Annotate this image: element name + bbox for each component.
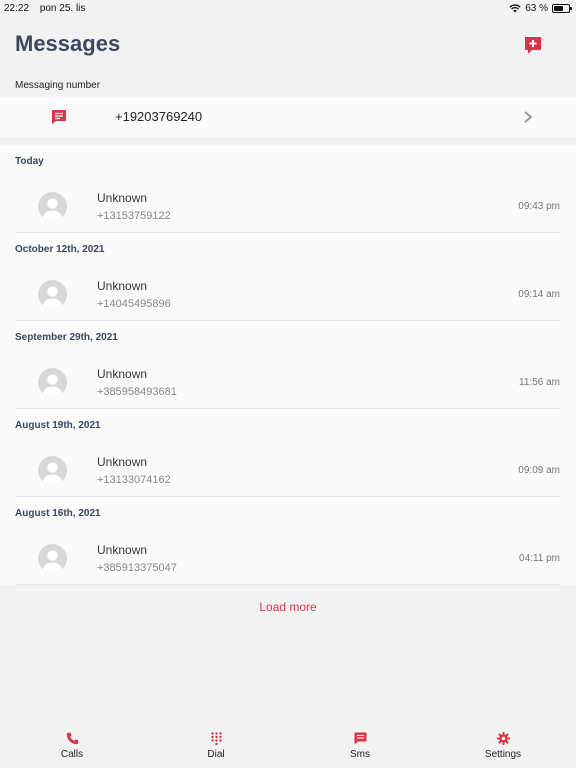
tab-bar: Calls Dial Sms Settings [0, 725, 576, 768]
conversation-row[interactable]: Unknown +13153759122 09:43 pm [15, 183, 560, 233]
avatar-icon [38, 368, 67, 397]
messaging-number-label: Messaging number [15, 80, 101, 91]
status-time: 22:22 [4, 3, 30, 14]
tab-sms-label: Sms [350, 749, 370, 760]
tab-calls[interactable]: Calls [32, 725, 112, 765]
gear-icon [496, 732, 510, 745]
contact-phone: +14045495896 [97, 298, 171, 310]
chevron-right-icon [524, 111, 533, 123]
page-title: Messages [15, 31, 121, 56]
load-more-button[interactable]: Load more [0, 600, 576, 614]
sms-icon [354, 732, 366, 745]
dialpad-icon [210, 732, 222, 745]
tab-dial[interactable]: Dial [176, 725, 256, 765]
avatar-icon [38, 192, 67, 221]
battery-icon [552, 4, 572, 13]
group-header: August 16th, 2021 [15, 508, 101, 519]
conversation-row[interactable]: Unknown +13133074162 09:09 am [15, 447, 560, 497]
battery-percent: 63 % [525, 3, 548, 14]
conversation-row[interactable]: Unknown +385958493681 11:56 am [15, 359, 560, 409]
tab-settings-label: Settings [484, 749, 522, 760]
wifi-icon [509, 4, 521, 13]
group-header: Today [15, 156, 44, 167]
conversation-row[interactable]: Unknown +14045495896 09:14 am [15, 271, 560, 321]
contact-name: Unknown [97, 367, 148, 381]
contact-phone: +385913375047 [97, 562, 177, 574]
tab-dial-label: Dial [207, 749, 225, 760]
avatar-icon [38, 456, 67, 485]
tab-sms[interactable]: Sms [320, 725, 400, 765]
message-time: 09:43 pm [518, 201, 560, 212]
group-header: September 29th, 2021 [15, 332, 118, 343]
avatar-icon [38, 280, 67, 309]
contact-phone: +13133074162 [97, 474, 171, 486]
avatar-icon [38, 544, 67, 573]
phone-icon [66, 732, 78, 745]
tab-calls-label: Calls [60, 749, 84, 760]
conversation-row[interactable]: Unknown +385913375047 04:11 pm [15, 535, 560, 585]
message-time: 09:09 am [518, 465, 560, 476]
new-message-icon[interactable] [523, 35, 543, 55]
contact-name: Unknown [97, 279, 148, 293]
contact-phone: +13153759122 [97, 210, 171, 222]
tab-settings[interactable]: Settings [463, 725, 543, 765]
status-date: pon 25. lis [39, 3, 86, 14]
messaging-number: +19203769240 [115, 109, 203, 124]
message-time: 09:14 am [518, 289, 560, 300]
conversation-list: Today Unknown +13153759122 09:43 pm October … [0, 145, 576, 585]
sms-icon [52, 110, 66, 124]
status-bar: 22:22 pon 25. lis 63 % [0, 0, 576, 16]
group-header: August 19th, 2021 [15, 420, 101, 431]
group-header: October 12th, 2021 [15, 244, 105, 255]
messaging-number-row[interactable]: +19203769240 [0, 97, 576, 137]
message-time: 11:56 am [519, 377, 560, 388]
contact-name: Unknown [97, 455, 148, 469]
message-time: 04:11 pm [519, 553, 560, 564]
contact-name: Unknown [97, 543, 148, 557]
contact-phone: +385958493681 [97, 386, 177, 398]
contact-name: Unknown [97, 191, 148, 205]
